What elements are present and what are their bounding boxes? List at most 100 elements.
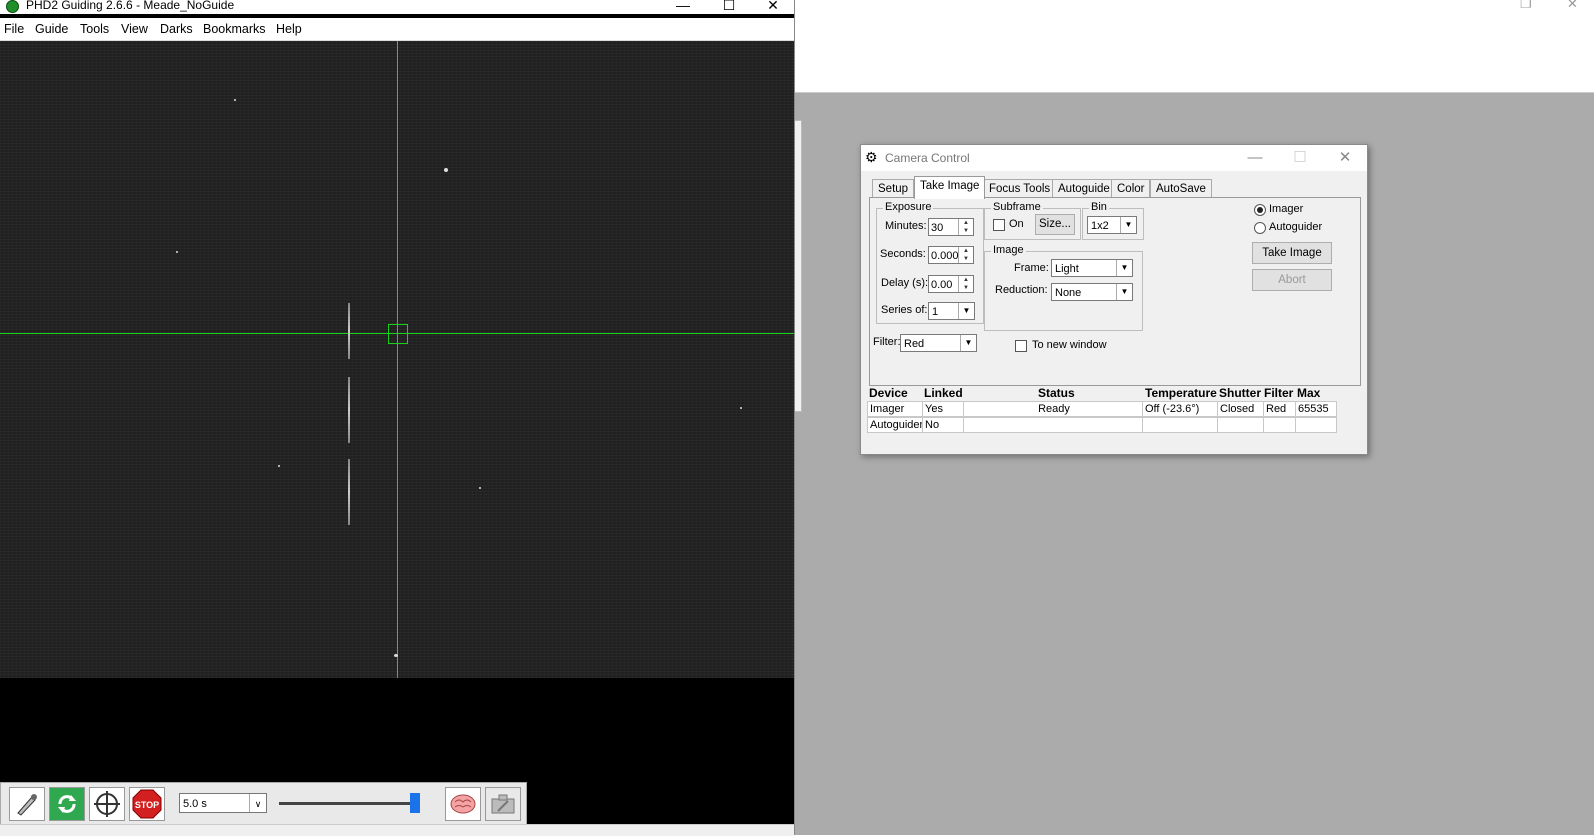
- series-label: Series of:: [881, 304, 928, 316]
- table-row: Imager Yes Ready Off (-23.6°) Closed Red…: [867, 401, 1337, 417]
- reduction-value: None: [1055, 287, 1082, 299]
- phd2-status-bar: [0, 824, 794, 836]
- cell-linked: No: [923, 418, 964, 432]
- frame-select[interactable]: Light ▼: [1051, 259, 1133, 277]
- cell-temperature: Off (-23.6°): [1143, 402, 1218, 416]
- minutes-label: Minutes:: [885, 220, 927, 232]
- imager-radio[interactable]: [1254, 204, 1266, 216]
- menu-file[interactable]: File: [4, 22, 24, 36]
- gamma-slider-track[interactable]: [279, 802, 419, 805]
- close-icon[interactable]: ✕: [758, 0, 788, 14]
- tab-autoguide[interactable]: Autoguide: [1052, 179, 1116, 198]
- cell-shutter: [1218, 418, 1264, 432]
- delay-input[interactable]: 0.00 ▲ ▼: [928, 275, 974, 293]
- autoguider-radio-label: Autoguider: [1269, 221, 1323, 233]
- dropdown-arrow-icon: ▼: [1116, 260, 1132, 276]
- take-image-panel: Exposure Minutes: 30 ▲ ▼ Seconds: 0.000 ▲…: [869, 197, 1361, 386]
- tab-take-image[interactable]: Take Image: [914, 176, 986, 199]
- subframe-size-button[interactable]: Size...: [1035, 214, 1075, 235]
- col-header-status: Status: [1038, 386, 1075, 400]
- exposure-group-label: Exposure: [883, 201, 934, 213]
- exposure-value: 5.0 s: [183, 798, 207, 810]
- spinner-arrows-icon[interactable]: ▲ ▼: [958, 219, 973, 235]
- subframe-on-checkbox[interactable]: [993, 219, 1005, 231]
- delay-value: 0.00: [931, 279, 953, 291]
- gamma-slider-thumb[interactable]: [410, 793, 420, 813]
- cell-linked: Yes: [923, 402, 964, 416]
- crosshair-vertical-line: [397, 41, 398, 678]
- cell-status: Ready: [964, 402, 1143, 416]
- filter-select[interactable]: Red ▼: [900, 334, 977, 352]
- star: [444, 168, 448, 172]
- phd2-window: PHD2 Guiding 2.6.6 - Meade_NoGuide — ☐ ✕…: [0, 0, 795, 836]
- star: [176, 251, 178, 253]
- camera-control-title-bar: ⚙ Camera Control — ☐ ✕: [861, 145, 1367, 171]
- tab-focus-tools[interactable]: Focus Tools: [983, 179, 1057, 198]
- loop-icon[interactable]: [49, 787, 85, 821]
- col-header-max: Max: [1297, 386, 1321, 400]
- take-image-button[interactable]: Take Image: [1252, 242, 1332, 264]
- guide-camera-image[interactable]: [0, 41, 794, 678]
- camera-settings-icon[interactable]: [485, 787, 521, 821]
- menu-darks[interactable]: Darks: [160, 22, 193, 36]
- seconds-label: Seconds:: [880, 248, 926, 260]
- camera-control-title: Camera Control: [885, 151, 970, 165]
- main-close-icon[interactable]: ✕: [1567, 0, 1578, 12]
- auto-select-star-icon[interactable]: [89, 787, 125, 821]
- frame-value: Light: [1055, 263, 1079, 275]
- subframe-group-label: Subframe: [991, 201, 1043, 213]
- dropdown-arrow-icon: ▼: [1116, 284, 1132, 300]
- guide-star-box: [388, 324, 408, 344]
- star-trail: [348, 377, 350, 443]
- maximize-icon[interactable]: ☐: [714, 0, 744, 14]
- filter-label: Filter:: [873, 336, 901, 348]
- chevron-down-icon: ∨: [249, 794, 266, 812]
- minimize-icon[interactable]: —: [668, 0, 698, 13]
- reduction-select[interactable]: None ▼: [1051, 283, 1133, 301]
- close-icon[interactable]: ✕: [1323, 147, 1367, 169]
- spinner-arrows-icon[interactable]: ▲ ▼: [958, 247, 973, 263]
- stop-label: STOP: [135, 800, 159, 810]
- brain-icon[interactable]: [445, 787, 481, 821]
- bin-select[interactable]: 1x2 ▼: [1087, 216, 1137, 234]
- cell-filter: [1264, 418, 1296, 432]
- menu-guide[interactable]: Guide: [35, 22, 68, 36]
- autoguider-radio[interactable]: [1254, 222, 1266, 234]
- tab-autosave[interactable]: AutoSave: [1150, 179, 1212, 198]
- minimize-icon[interactable]: —: [1233, 147, 1277, 169]
- minutes-input[interactable]: 30 ▲ ▼: [928, 218, 974, 236]
- cell-temperature: [1143, 418, 1218, 432]
- star: [479, 487, 481, 489]
- exposure-duration-select[interactable]: 5.0 s ∨: [179, 793, 267, 813]
- star: [394, 654, 398, 657]
- cell-status: [964, 418, 1143, 432]
- tab-color[interactable]: Color: [1111, 179, 1151, 198]
- stop-icon[interactable]: STOP: [129, 787, 165, 821]
- menu-help[interactable]: Help: [276, 22, 302, 36]
- cell-device: Imager: [868, 402, 923, 416]
- bin-value: 1x2: [1091, 220, 1109, 232]
- cell-max: 65535: [1298, 403, 1329, 415]
- side-panel-edge: [795, 120, 802, 412]
- dropdown-arrow-icon: ▼: [960, 335, 976, 351]
- seconds-input[interactable]: 0.000 ▲ ▼: [928, 246, 974, 264]
- col-header-linked: Linked: [924, 386, 963, 400]
- star: [740, 407, 742, 409]
- phd2-title-bar: PHD2 Guiding 2.6.6 - Meade_NoGuide — ☐ ✕: [0, 0, 794, 14]
- table-row: Autoguider No: [867, 417, 1337, 433]
- restore-icon[interactable]: ❐: [1520, 0, 1532, 12]
- reduction-label: Reduction:: [995, 284, 1048, 296]
- seconds-value: 0.000: [931, 250, 959, 262]
- tab-setup[interactable]: Setup: [872, 179, 915, 198]
- series-select[interactable]: 1 ▼: [928, 302, 975, 320]
- connect-gear-icon[interactable]: [9, 787, 45, 821]
- subframe-on-label: On: [1009, 218, 1024, 230]
- cell-filter: Red: [1264, 402, 1296, 416]
- frame-label: Frame:: [1014, 262, 1049, 274]
- menu-tools[interactable]: Tools: [80, 22, 109, 36]
- filter-value: Red: [904, 338, 925, 350]
- menu-bookmarks[interactable]: Bookmarks: [203, 22, 266, 36]
- spinner-arrows-icon[interactable]: ▲ ▼: [958, 276, 973, 292]
- to-new-window-checkbox[interactable]: [1015, 340, 1027, 352]
- menu-view[interactable]: View: [121, 22, 148, 36]
